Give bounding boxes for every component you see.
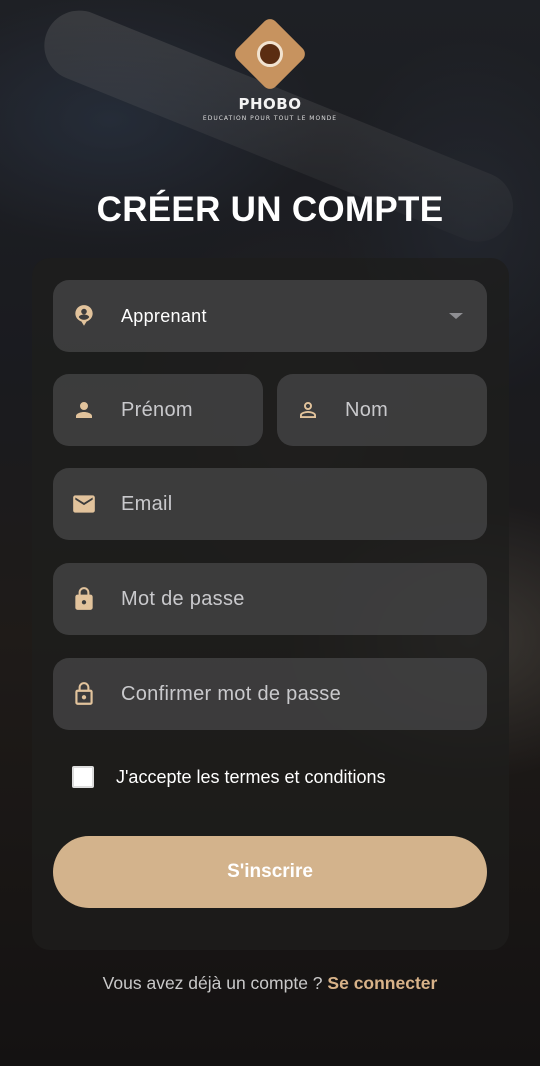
- login-prompt-text: Vous avez déjà un compte ?: [102, 973, 323, 993]
- email-field[interactable]: Email: [53, 468, 487, 540]
- login-prompt: Vous avez déjà un compte ? Se connecter: [0, 973, 540, 994]
- mail-icon: [71, 491, 97, 517]
- first-name-field[interactable]: Prénom: [53, 374, 263, 446]
- email-placeholder: Email: [121, 492, 173, 515]
- confirm-password-placeholder: Confirmer mot de passe: [121, 682, 342, 705]
- role-select-value: Apprenant: [121, 305, 207, 326]
- password-placeholder: Mot de passe: [121, 587, 245, 610]
- lock-outline-icon: [71, 681, 97, 707]
- chevron-down-icon: [449, 313, 463, 319]
- account-pin-icon: [71, 303, 97, 329]
- terms-row[interactable]: J'accepte les termes et conditions: [72, 766, 386, 788]
- person-filled-icon: [71, 397, 97, 423]
- brand-logo: PHOBO EDUCATION POUR TOUT LE MONDE: [0, 15, 540, 122]
- password-field[interactable]: Mot de passe: [53, 563, 487, 635]
- brand-tagline: EDUCATION POUR TOUT LE MONDE: [202, 115, 338, 122]
- login-link[interactable]: Se connecter: [327, 973, 437, 993]
- confirm-password-field[interactable]: Confirmer mot de passe: [53, 658, 487, 730]
- graduate-logo-icon: [231, 15, 309, 93]
- lock-filled-icon: [71, 586, 97, 612]
- brand-name: PHOBO: [238, 95, 302, 113]
- terms-label: J'accepte les termes et conditions: [116, 766, 386, 787]
- signup-button[interactable]: S'inscrire: [53, 836, 487, 908]
- page-title: CRÉER UN COMPTE: [96, 190, 444, 229]
- role-select[interactable]: Apprenant: [53, 280, 487, 352]
- terms-checkbox[interactable]: [72, 766, 94, 788]
- last-name-placeholder: Nom: [345, 398, 389, 421]
- last-name-field[interactable]: Nom: [277, 374, 487, 446]
- first-name-placeholder: Prénom: [121, 398, 193, 421]
- person-outline-icon: [295, 397, 321, 423]
